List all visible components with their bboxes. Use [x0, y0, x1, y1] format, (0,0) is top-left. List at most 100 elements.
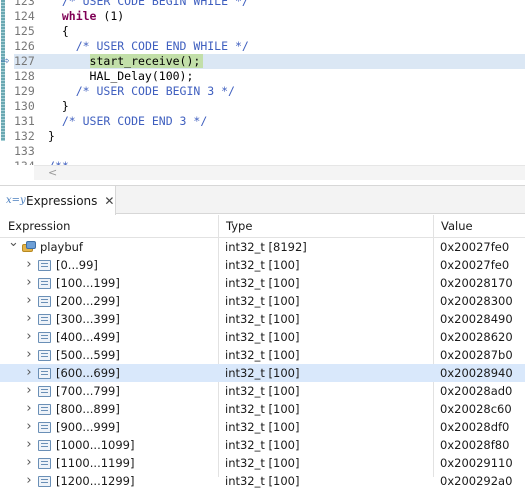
line-number: 125: [14, 24, 35, 38]
line-number: 132: [14, 129, 35, 143]
line-number: 127: [14, 54, 35, 68]
table-row[interactable]: › [1000...1099] int32_t [100] 0x20028f80: [0, 436, 525, 454]
table-row[interactable]: › [100...199] int32_t [100] 0x20028170: [0, 274, 525, 292]
array-partition-icon: [38, 458, 51, 469]
expression-cell[interactable]: › [700...799]: [0, 382, 218, 400]
expression-name: [0...99]: [56, 258, 98, 272]
value-cell[interactable]: 0x20029110: [440, 454, 525, 472]
value-cell[interactable]: 0x20028f80: [440, 436, 525, 454]
code-line[interactable]: 131 /* USER CODE END 3 */: [14, 114, 525, 129]
line-number: 126: [14, 39, 35, 53]
line-number: 133: [14, 144, 35, 158]
code-line[interactable]: 128 HAL_Delay(100);: [14, 69, 525, 84]
close-icon[interactable]: ✕: [104, 194, 114, 208]
value-cell[interactable]: 0x20028ad0: [440, 382, 525, 400]
editor-horizontal-scrollbar[interactable]: <: [34, 165, 525, 180]
line-number: 129: [14, 84, 35, 98]
code-line[interactable]: 127 start_receive();: [14, 54, 525, 69]
code-line[interactable]: 126 /* USER CODE END WHILE */: [14, 39, 525, 54]
scroll-left-arrow-icon[interactable]: <: [48, 166, 57, 180]
expression-cell[interactable]: › [1000...1099]: [0, 436, 218, 454]
chevron-right-icon[interactable]: ›: [24, 400, 34, 418]
chevron-right-icon[interactable]: ›: [24, 310, 34, 328]
chevron-right-icon[interactable]: ›: [24, 346, 34, 364]
expression-name: [500...599]: [56, 348, 120, 362]
value-cell[interactable]: 0x20028490: [440, 310, 525, 328]
table-row[interactable]: › [0...99] int32_t [100] 0x20027fe0: [0, 256, 525, 274]
chevron-right-icon[interactable]: ›: [24, 436, 34, 454]
value-cell[interactable]: 0x20028df0: [440, 418, 525, 436]
chevron-right-icon[interactable]: ›: [24, 454, 34, 472]
table-row[interactable]: › [1200...1299] int32_t [100] 0x200292a0: [0, 472, 525, 490]
array-partition-icon: [38, 404, 51, 415]
line-number: 131: [14, 114, 35, 128]
expression-cell[interactable]: › [300...399]: [0, 310, 218, 328]
code-lines[interactable]: 123 /* USER CODE BEGIN WHILE */124 while…: [14, 0, 525, 165]
value-cell[interactable]: 0x20028300: [440, 292, 525, 310]
table-row[interactable]: › [600...699] int32_t [100] 0x20028940: [0, 364, 525, 382]
value-cell[interactable]: 0x20028c60: [440, 400, 525, 418]
type-cell: int32_t [100]: [225, 294, 300, 308]
code-line[interactable]: 132}: [14, 129, 525, 144]
chevron-right-icon[interactable]: ›: [24, 472, 34, 490]
expression-cell[interactable]: › [900...999]: [0, 418, 218, 436]
expressions-table: Expression Type Value ⌄ playbuf int32_t [8…: [0, 215, 525, 490]
expressions-view: x=y Expressions ✕ Expression Type Value …: [0, 185, 525, 488]
value-cell[interactable]: 0x20027fe0: [440, 256, 525, 274]
expression-name: [800...899]: [56, 402, 120, 416]
code-line[interactable]: 133: [14, 144, 525, 159]
expression-cell[interactable]: › [1200...1299]: [0, 472, 218, 490]
expression-cell[interactable]: › [800...899]: [0, 400, 218, 418]
table-row[interactable]: › [800...899] int32_t [100] 0x20028c60: [0, 400, 525, 418]
chevron-down-icon[interactable]: ⌄: [8, 234, 19, 252]
table-row[interactable]: › [500...599] int32_t [100] 0x200287b0: [0, 346, 525, 364]
column-header-type[interactable]: Type: [218, 215, 252, 238]
chevron-right-icon[interactable]: ›: [24, 364, 34, 382]
table-row[interactable]: › [1100...1199] int32_t [100] 0x20029110: [0, 454, 525, 472]
chevron-right-icon[interactable]: ›: [24, 292, 34, 310]
value-cell[interactable]: 0x200287b0: [440, 346, 525, 364]
table-row[interactable]: › [200...299] int32_t [100] 0x20028300: [0, 292, 525, 310]
table-row[interactable]: ⌄ playbuf int32_t [8192] 0x20027fe0: [0, 235, 525, 256]
expression-cell[interactable]: › [600...699]: [0, 364, 218, 382]
code-editor[interactable]: ⇨ 123 /* USER CODE BEGIN WHILE */124 whi…: [0, 0, 525, 165]
expression-cell[interactable]: › [100...199]: [0, 274, 218, 292]
code-line[interactable]: 130 }: [14, 99, 525, 114]
expression-variable-icon: [22, 241, 36, 253]
value-cell[interactable]: 0x20028170: [440, 274, 525, 292]
chevron-right-icon[interactable]: ›: [24, 382, 34, 400]
expression-cell[interactable]: › [0...99]: [0, 256, 218, 274]
expression-name: [400...499]: [56, 330, 120, 344]
table-row[interactable]: › [300...399] int32_t [100] 0x20028490: [0, 310, 525, 328]
chevron-right-icon[interactable]: ›: [24, 418, 34, 436]
table-row[interactable]: › [700...799] int32_t [100] 0x20028ad0: [0, 382, 525, 400]
column-header-value[interactable]: Value: [433, 215, 473, 238]
expression-cell[interactable]: › [500...599]: [0, 346, 218, 364]
value-cell[interactable]: 0x20027fe0: [440, 238, 525, 256]
array-partition-icon: [38, 440, 51, 451]
code-line[interactable]: 123 /* USER CODE BEGIN WHILE */: [14, 0, 525, 9]
tab-expressions[interactable]: x=y Expressions ✕: [0, 186, 116, 215]
expression-cell[interactable]: › [1100...1199]: [0, 454, 218, 472]
expression-cell[interactable]: ⌄ playbuf: [0, 235, 218, 256]
code-line[interactable]: 129 /* USER CODE BEGIN 3 */: [14, 84, 525, 99]
table-row[interactable]: › [900...999] int32_t [100] 0x20028df0: [0, 418, 525, 436]
chevron-right-icon[interactable]: ›: [24, 274, 34, 292]
expression-cell[interactable]: › [400...499]: [0, 328, 218, 346]
array-partition-icon: [38, 260, 51, 271]
expression-cell[interactable]: › [200...299]: [0, 292, 218, 310]
code-line[interactable]: 125 {: [14, 24, 525, 39]
chevron-right-icon[interactable]: ›: [24, 328, 34, 346]
change-ruler-stripe: [1, 0, 5, 141]
table-row[interactable]: › [400...499] int32_t [100] 0x20028620: [0, 328, 525, 346]
type-cell: int32_t [100]: [225, 276, 300, 290]
chevron-right-icon[interactable]: ›: [24, 256, 34, 274]
value-cell[interactable]: 0x20028940: [440, 364, 525, 382]
code-line[interactable]: 124 while (1): [14, 9, 525, 24]
value-cell[interactable]: 0x20028620: [440, 328, 525, 346]
value-cell[interactable]: 0x200292a0: [440, 472, 525, 490]
